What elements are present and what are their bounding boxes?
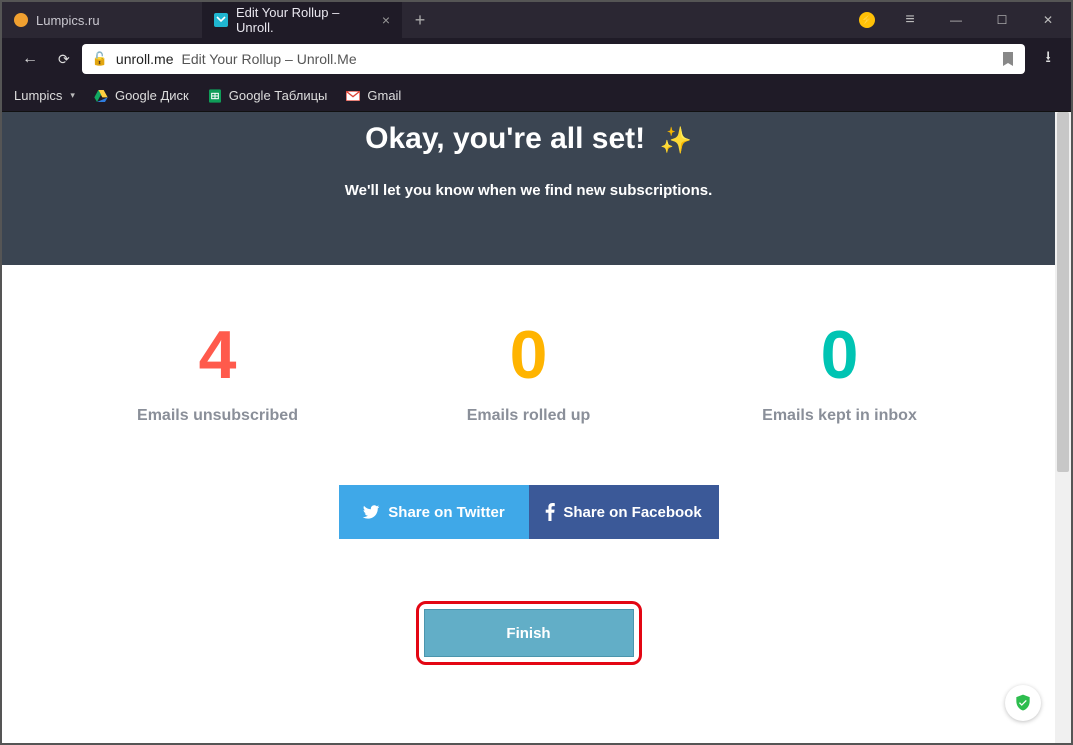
page-viewport: Okay, you're all set! ✨ We'll let you kn… [2, 112, 1071, 743]
browser-toolbar: ← ⟳ 🔓 unroll.me Edit Your Rollup – Unrol… [2, 38, 1071, 80]
finish-section: Finish [2, 601, 1055, 665]
stat-rolledup: 0 Emails rolled up [373, 321, 684, 425]
bookmarks-bar: Lumpics ▾ Google Диск Google Таблицы Gmai… [2, 80, 1071, 112]
favicon-unroll [214, 13, 228, 27]
share-facebook-label: Share on Facebook [563, 504, 701, 521]
hero-title-text: Okay, you're all set! [365, 122, 645, 155]
bookmark-drive[interactable]: Google Диск [93, 88, 189, 104]
drive-icon [93, 88, 109, 104]
share-facebook-button[interactable]: Share on Facebook [529, 485, 719, 539]
finish-highlight: Finish [416, 601, 642, 665]
shield-icon [1013, 693, 1033, 713]
reload-button[interactable]: ⟳ [58, 51, 70, 68]
favicon-lumpics [14, 13, 28, 27]
bookmark-folder-lumpics[interactable]: Lumpics ▾ [14, 88, 75, 103]
bookmark-icon[interactable] [1001, 51, 1015, 67]
stat-unsubscribed: 4 Emails unsubscribed [62, 321, 373, 425]
close-window-button[interactable]: ✕ [1025, 2, 1071, 38]
share-twitter-label: Share on Twitter [388, 504, 504, 521]
hero-section: Okay, you're all set! ✨ We'll let you kn… [2, 112, 1055, 265]
gmail-icon [345, 88, 361, 104]
facebook-icon [545, 503, 555, 521]
finish-label: Finish [506, 625, 550, 642]
address-bar[interactable]: 🔓 unroll.me Edit Your Rollup – Unroll.Me [82, 44, 1026, 74]
url-title: Edit Your Rollup – Unroll.Me [182, 51, 357, 67]
browser-tab-active[interactable]: Edit Your Rollup – Unroll. × [202, 2, 402, 38]
url-domain: unroll.me [116, 51, 174, 67]
security-badge[interactable] [1005, 685, 1041, 721]
back-button[interactable]: ← [14, 50, 46, 68]
twitter-icon [362, 503, 380, 521]
stat-label: Emails unsubscribed [62, 407, 373, 425]
bookmark-gmail[interactable]: Gmail [345, 88, 401, 104]
share-row: Share on Twitter Share on Facebook [2, 485, 1055, 539]
bookmark-label: Gmail [367, 88, 401, 103]
new-tab-button[interactable]: + [402, 10, 438, 31]
menu-button[interactable]: ≡ [887, 2, 933, 38]
stat-label: Emails kept in inbox [684, 407, 995, 425]
bookmark-label: Google Диск [115, 88, 189, 103]
sheets-icon [207, 88, 223, 104]
window-titlebar: Lumpics.ru Edit Your Rollup – Unroll. × … [2, 2, 1071, 38]
stat-label: Emails rolled up [373, 407, 684, 425]
bookmark-sheets[interactable]: Google Таблицы [207, 88, 328, 104]
sparkle-icon: ✨ [660, 125, 692, 155]
chevron-down-icon: ▾ [70, 90, 75, 101]
finish-button[interactable]: Finish [424, 609, 634, 657]
maximize-button[interactable]: ☐ [979, 2, 1025, 38]
stat-value: 4 [62, 321, 373, 389]
bookmark-label: Google Таблицы [229, 88, 328, 103]
close-tab-icon[interactable]: × [382, 12, 390, 28]
tab-label: Lumpics.ru [36, 13, 100, 28]
page-content: Okay, you're all set! ✨ We'll let you kn… [2, 112, 1055, 743]
scrollbar-thumb[interactable] [1057, 112, 1069, 472]
share-twitter-button[interactable]: Share on Twitter [339, 485, 529, 539]
amp-icon[interactable]: ⚡ [859, 12, 875, 28]
bookmark-label: Lumpics [14, 88, 62, 103]
tab-label: Edit Your Rollup – Unroll. [236, 5, 374, 35]
stat-kept: 0 Emails kept in inbox [684, 321, 995, 425]
stat-value: 0 [373, 321, 684, 389]
stats-row: 4 Emails unsubscribed 0 Emails rolled up… [2, 265, 1055, 445]
minimize-button[interactable]: — [933, 2, 979, 38]
lock-icon: 🔓 [92, 51, 108, 67]
hero-subtitle: We'll let you know when we find new subs… [22, 182, 1035, 199]
browser-tab-inactive[interactable]: Lumpics.ru [2, 2, 202, 38]
stat-value: 0 [684, 321, 995, 389]
hero-title: Okay, you're all set! ✨ [22, 112, 1035, 156]
downloads-button[interactable]: ⭳ [1037, 46, 1059, 73]
vertical-scrollbar[interactable] [1055, 112, 1071, 743]
